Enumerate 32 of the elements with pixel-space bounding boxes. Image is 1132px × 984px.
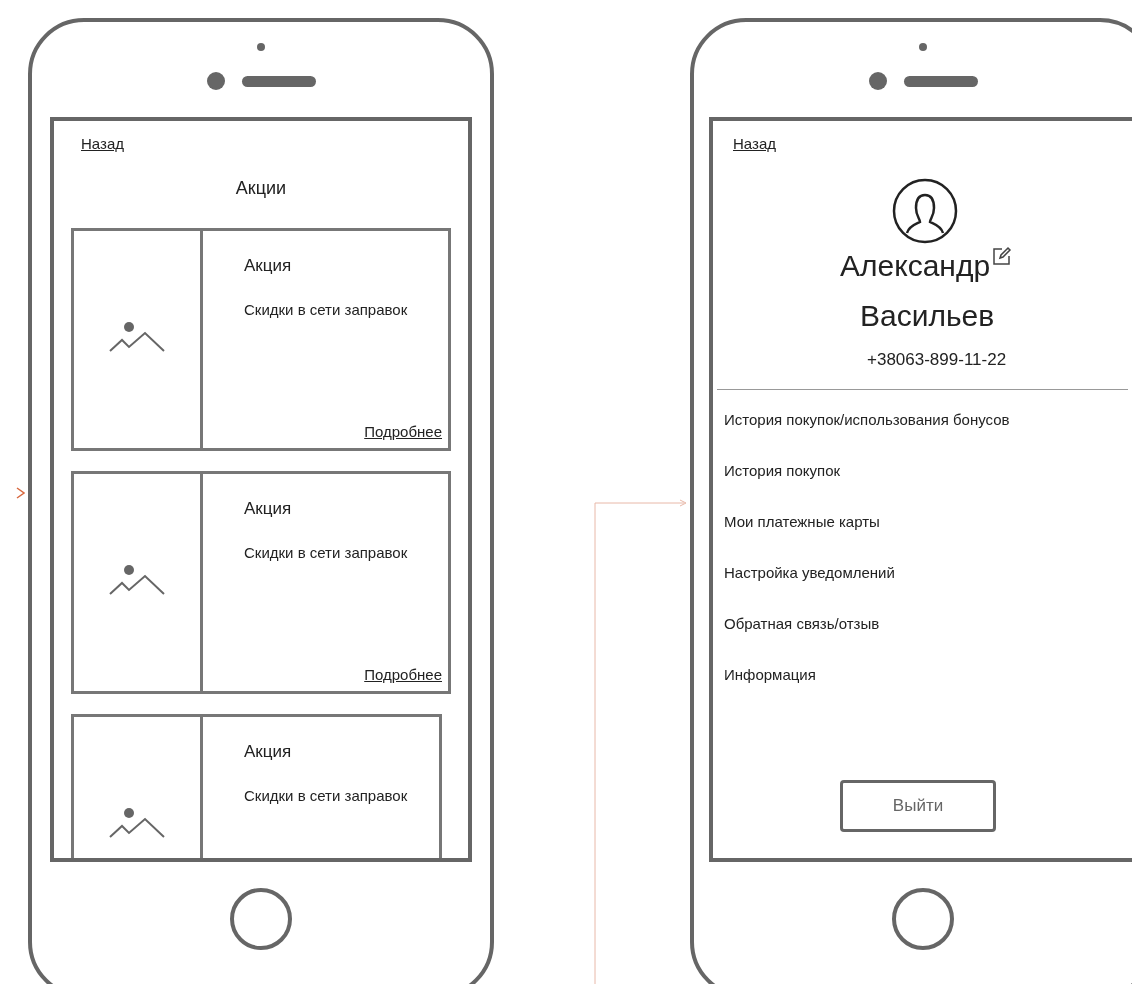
card-title: Акция	[244, 740, 292, 763]
back-link[interactable]: Назад	[733, 133, 776, 156]
user-first-name: Александр	[840, 247, 991, 284]
speaker-icon	[241, 75, 316, 87]
menu-item[interactable]: История покупок/использования бонусов	[724, 410, 1010, 430]
camera-icon	[868, 72, 887, 90]
screen-title: Акции	[235, 176, 287, 200]
camera-icon	[206, 72, 225, 90]
menu-item[interactable]: История покупок	[724, 461, 841, 481]
more-link[interactable]: Подробнее	[364, 421, 442, 444]
phone-number: +38063-899-11-22	[867, 348, 1007, 371]
back-link[interactable]: Назад	[81, 133, 124, 156]
home-button[interactable]	[230, 888, 292, 950]
edit-icon[interactable]	[992, 245, 1013, 266]
menu-item[interactable]: Обратная связь/отзыв	[724, 614, 880, 634]
menu-item[interactable]: Информация	[724, 665, 816, 685]
home-button[interactable]	[892, 888, 954, 950]
avatar-icon	[892, 177, 958, 244]
arrowhead-icon	[16, 487, 25, 499]
logout-button[interactable]: Выйти	[840, 780, 996, 832]
user-last-name: Васильев	[860, 297, 995, 334]
more-link[interactable]: Подробнее	[364, 664, 442, 687]
card-title: Акция	[244, 254, 292, 277]
sensor-icon	[257, 43, 265, 51]
speaker-icon	[903, 75, 978, 87]
menu-item[interactable]: Мои платежные карты	[724, 512, 880, 532]
card-description: Скидки в сети заправок	[244, 543, 408, 563]
sensor-icon	[919, 43, 927, 51]
card-description: Скидки в сети заправок	[244, 786, 408, 806]
card-description: Скидки в сети заправок	[244, 300, 408, 320]
menu-item[interactable]: Настройка уведомлений	[724, 563, 895, 583]
card-title: Акция	[244, 497, 292, 520]
